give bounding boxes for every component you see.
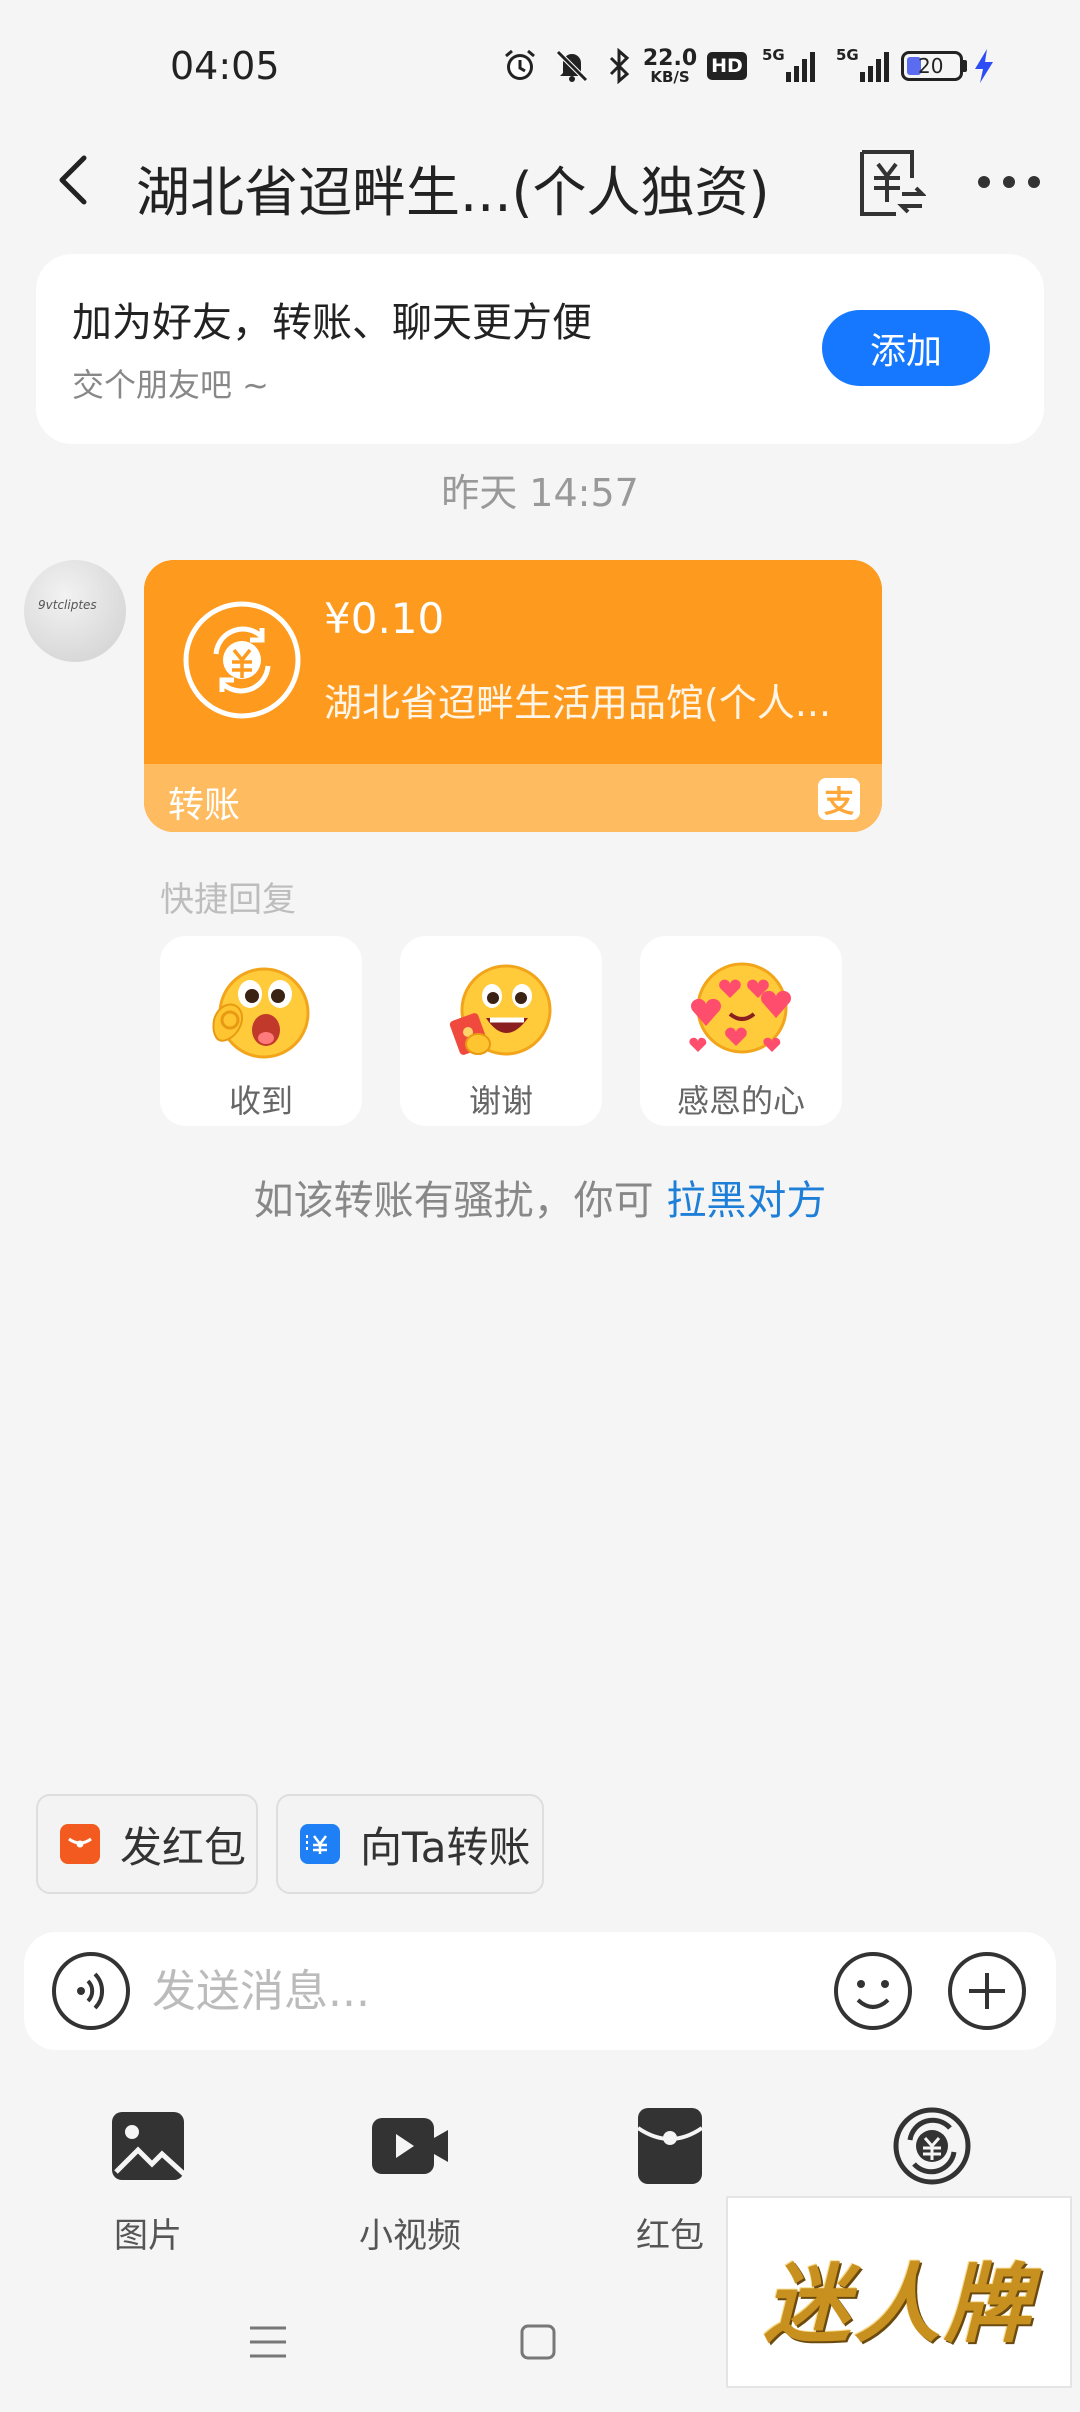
alarm-icon	[500, 46, 540, 86]
transfer-label: 转账	[168, 785, 241, 826]
transfer-amount: ¥0.10	[324, 594, 445, 643]
more-button[interactable]	[974, 160, 1044, 204]
tool-video[interactable]: 小视频	[330, 2106, 490, 2256]
send-red-packet-chip[interactable]: 发红包	[36, 1794, 258, 1894]
transfer-card-body: ¥0.10 湖北省迢畔生活用品馆(个人...	[144, 560, 882, 764]
signal-icon: 5G	[832, 46, 894, 86]
message-timestamp: 昨天 14:57	[441, 471, 639, 515]
message-input-bar	[24, 1932, 1056, 2050]
back-button[interactable]	[40, 140, 110, 220]
status-bar: 04:05 22.0 KB/S HD 5G 5G 20	[0, 0, 1080, 120]
alipay-icon: 支	[818, 778, 860, 820]
transfer-message-card[interactable]: ¥0.10 湖北省迢畔生活用品馆(个人... 转账 支	[144, 560, 882, 832]
image-icon	[112, 2112, 186, 2180]
plus-icon	[948, 1952, 1026, 2030]
voice-button[interactable]	[50, 1950, 132, 2032]
heart-emoji-icon	[689, 962, 792, 1054]
tool-label: 小视频	[359, 2216, 461, 2256]
quick-reply-label: 收到	[228, 1082, 293, 1120]
red-packet-icon	[636, 2108, 704, 2184]
video-icon	[372, 2118, 448, 2174]
bill-icon	[860, 150, 927, 216]
block-user-link[interactable]: 拉黑对方	[666, 1178, 826, 1224]
quick-reply-label: 谢谢	[468, 1082, 533, 1120]
transfer-icon	[893, 2107, 971, 2185]
menu-icon	[250, 2326, 286, 2358]
signal-icon: 5G	[758, 46, 820, 86]
transfer-card-footer: 转账 支	[144, 764, 882, 832]
transfer-payee: 湖北省迢畔生活用品馆(个人...	[324, 681, 832, 725]
net-speed: 22.0 KB/S	[642, 45, 698, 86]
tool-image[interactable]: 图片	[68, 2106, 228, 2256]
bill-button[interactable]	[854, 148, 927, 218]
chevron-left-icon	[59, 155, 87, 205]
red-packet-icon	[60, 1824, 100, 1864]
send-red-packet-label: 发红包	[120, 1822, 247, 1872]
quick-reply-grateful[interactable]: 感恩的心	[640, 936, 842, 1126]
ok-emoji-icon	[212, 967, 310, 1059]
thanks-emoji-icon	[449, 964, 552, 1056]
quick-reply-thanks[interactable]: 谢谢	[400, 936, 602, 1126]
watermark-logo: 迷人牌	[726, 2196, 1072, 2388]
quick-reply-title: 快捷回复	[160, 880, 296, 920]
add-friend-button[interactable]: 添加	[822, 310, 990, 386]
status-time: 04:05	[170, 44, 280, 88]
hd-icon: HD	[706, 46, 748, 86]
system-home-button[interactable]	[518, 2322, 558, 2362]
tool-label: 图片	[114, 2216, 182, 2256]
chat-title: 湖北省迢畔生...(个人独资)	[136, 161, 770, 224]
transfer-to-ta-chip[interactable]: 向Ta转账	[276, 1794, 544, 1894]
system-menu-button[interactable]	[246, 2322, 290, 2362]
more-icon	[978, 176, 1040, 188]
block-notice-text: 如该转账有骚扰，你可	[253, 1178, 667, 1224]
transfer-icon	[183, 601, 301, 719]
quick-reply-received[interactable]: 收到	[160, 936, 362, 1126]
battery-icon: 20	[900, 46, 968, 86]
avatar-label: 9vtcliptes	[38, 598, 97, 612]
avatar[interactable]: 9vtcliptes	[24, 560, 126, 662]
transfer-card-icon	[300, 1824, 340, 1864]
mute-icon	[552, 46, 592, 86]
watermark-text: 迷人牌	[764, 2255, 1034, 2355]
voice-icon	[52, 1952, 130, 2030]
home-square-icon	[520, 2324, 556, 2360]
transfer-to-ta-label: 向Ta转账	[360, 1822, 531, 1872]
quick-reply-label: 感恩的心	[676, 1082, 805, 1120]
block-notice: 如该转账有骚扰，你可 拉黑对方	[0, 1168, 1080, 1226]
emoji-button[interactable]	[832, 1950, 914, 2032]
charging-icon	[972, 46, 996, 86]
add-friend-banner: 加为好友，转账、聊天更方便 交个朋友吧 ~ 添加	[36, 254, 1044, 444]
more-actions-button[interactable]	[946, 1950, 1028, 2032]
bluetooth-icon	[604, 46, 636, 86]
message-input[interactable]	[152, 1954, 812, 2028]
smiley-icon	[834, 1952, 912, 2030]
add-friend-subtitle: 交个朋友吧 ~	[72, 366, 269, 404]
add-friend-title: 加为好友，转账、聊天更方便	[72, 300, 592, 346]
